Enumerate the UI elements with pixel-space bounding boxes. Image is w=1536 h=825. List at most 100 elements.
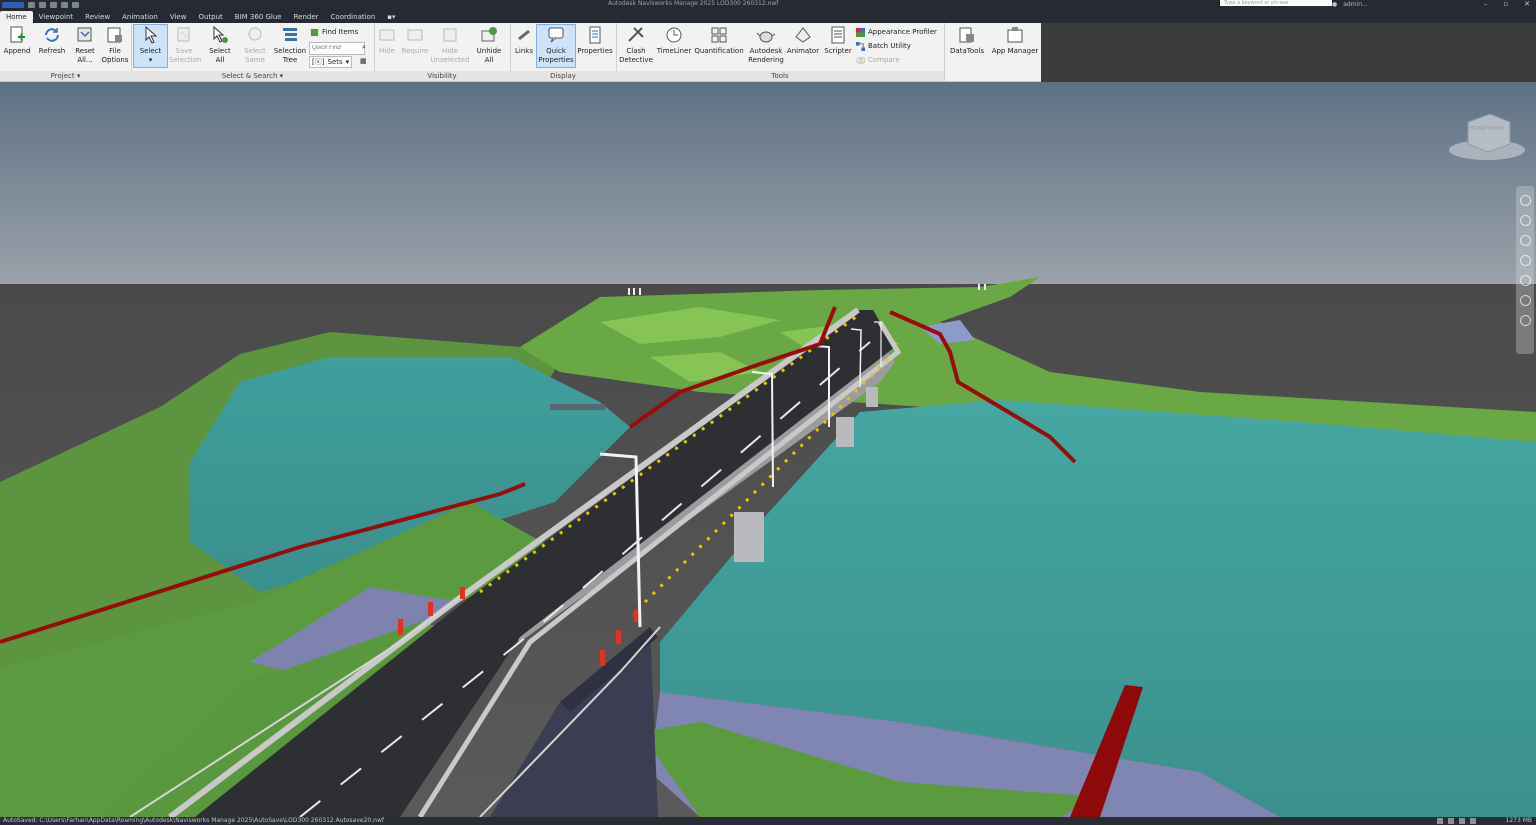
print-icon[interactable] (50, 2, 57, 8)
pencil-icon[interactable] (1459, 818, 1465, 824)
clash-detective-icon (628, 27, 644, 42)
quick-properties-button[interactable]: Quick Properties (536, 24, 576, 68)
manage-sets-icon[interactable]: ▦ (360, 56, 367, 66)
tab-animation[interactable]: Animation (116, 11, 164, 23)
close-icon[interactable]: ✕ (1524, 0, 1530, 8)
pan-icon[interactable] (1519, 215, 1531, 226)
redo-icon[interactable] (72, 2, 79, 8)
compare-button[interactable]: Compare (856, 55, 900, 65)
tab-review[interactable]: Review (79, 11, 116, 23)
rendering-teapot-icon (756, 31, 776, 43)
app-manager-icon (1007, 27, 1023, 43)
help-search-input[interactable]: Type a keyword or phrase (1220, 0, 1332, 6)
quantification-button[interactable]: Quantification (694, 25, 744, 56)
selection-tree-button[interactable]: Selection Tree (273, 25, 307, 65)
look-icon[interactable] (1519, 275, 1531, 286)
walk-icon[interactable] (1519, 295, 1531, 306)
autosave-path: AutoSaved: C:\Users\Farhan\AppData\Roami… (3, 817, 384, 824)
find-items-button[interactable]: Find Items (310, 27, 358, 37)
sky (0, 82, 1536, 284)
sets-dropdown[interactable]: [ⓢ] Sets ▾ (309, 56, 353, 68)
save-selection-button[interactable]: Save Selection (169, 25, 201, 65)
progress-icon[interactable] (1470, 818, 1476, 824)
tab-viewpoint[interactable]: Viewpoint (33, 11, 79, 23)
tab-output[interactable]: Output (192, 11, 228, 23)
scripter-button[interactable]: Scripter (821, 25, 855, 56)
barge (550, 404, 605, 410)
panel-display-label: Display (510, 71, 616, 81)
3d-viewport[interactable]: FRONT RIGHT (0, 82, 1536, 817)
require-button[interactable]: Require (400, 25, 430, 56)
user-area[interactable]: ● admin... (1332, 0, 1368, 8)
appearance-profiler-icon (856, 27, 865, 37)
tab-render[interactable]: Render (288, 11, 325, 23)
user-icon[interactable]: ● (1332, 1, 1337, 8)
pier-2 (836, 417, 854, 447)
select-all-button[interactable]: Select All (205, 25, 235, 65)
orbit-icon[interactable] (1519, 255, 1531, 266)
properties-button[interactable]: Properties (576, 25, 614, 56)
save-icon[interactable] (39, 2, 46, 8)
batch-utility-button[interactable]: Batch Utility (856, 41, 911, 51)
reset-all-button[interactable]: Reset All... (72, 25, 98, 65)
select-button[interactable]: Select ▾ (133, 24, 168, 68)
unhide-all-button[interactable]: Unhide All (474, 25, 504, 65)
hide-icon (379, 29, 395, 41)
open-icon[interactable] (28, 2, 35, 8)
ribbon-empty-area (1041, 23, 1536, 81)
tab-extra-icon[interactable]: ▪▾ (381, 11, 401, 23)
quick-properties-icon (548, 27, 564, 43)
sheet-browser-icon[interactable] (1437, 818, 1443, 824)
quantification-icon (711, 27, 727, 43)
view-cube-label[interactable]: FRONT RIGHT (1470, 126, 1504, 132)
links-button[interactable]: Links (513, 25, 535, 56)
quick-find-input[interactable] (309, 42, 365, 55)
file-options-button[interactable]: File Options (101, 25, 129, 65)
restore-icon[interactable]: ▫ (1503, 0, 1508, 8)
ribbon-tabs: Home Viewpoint Review Animation View Out… (0, 10, 1536, 23)
save-selection-icon (177, 27, 190, 42)
tab-home[interactable]: Home (0, 11, 33, 23)
animator-icon (795, 27, 811, 43)
cursor-arrow-icon (145, 25, 157, 44)
panel-display: Links Quick Properties Properties Displa… (510, 23, 617, 81)
quick-find-search-icon[interactable]: ⌕ (362, 42, 366, 52)
hide-button[interactable]: Hide (376, 25, 398, 56)
tab-bim360-glue[interactable]: BIM 360 Glue (229, 11, 288, 23)
panel-select-search-label[interactable]: Select & Search ▾ (131, 71, 374, 81)
minimize-icon[interactable]: – (1484, 0, 1488, 8)
panel-visibility-label: Visibility (374, 71, 510, 81)
select-all-icon (213, 25, 228, 43)
append-button[interactable]: Append (3, 25, 31, 56)
select-tool-icon[interactable] (1519, 315, 1531, 326)
panel-addins: DataTools App Manager (944, 23, 1041, 81)
selection-tree-icon (283, 28, 297, 41)
append-icon (10, 26, 25, 43)
grid-icon[interactable] (1448, 818, 1454, 824)
select-dropdown-icon[interactable]: ▾ (149, 56, 153, 64)
appearance-profiler-button[interactable]: Appearance Profiler (856, 27, 937, 37)
animator-button[interactable]: Animator (786, 25, 820, 56)
undo-icon[interactable] (61, 2, 68, 8)
tab-coordination[interactable]: Coordination (325, 11, 382, 23)
refresh-icon (45, 28, 59, 42)
clash-detective-button[interactable]: Clash Detective (618, 25, 654, 65)
tab-view[interactable]: View (164, 11, 193, 23)
hide-unselected-button[interactable]: Hide Unselected (430, 25, 470, 65)
status-bar: AutoSaved: C:\Users\Farhan\AppData\Roami… (0, 817, 1536, 825)
app-logo-icon[interactable] (2, 2, 24, 8)
refresh-button[interactable]: Refresh (36, 25, 68, 56)
autodesk-rendering-button[interactable]: Autodesk Rendering (746, 25, 786, 65)
datatools-button[interactable]: DataTools (947, 25, 987, 56)
panel-tools: Clash Detective TimeLiner Quantification… (616, 23, 945, 81)
app-manager-button[interactable]: App Manager (991, 25, 1039, 56)
steering-wheel-icon[interactable] (1519, 195, 1531, 206)
user-name[interactable]: admin... (1343, 1, 1368, 8)
ribbon: Append Refresh Reset All... File Options… (0, 23, 1041, 82)
select-same-button[interactable]: Select Same (240, 25, 270, 65)
zoom-icon[interactable] (1519, 235, 1531, 246)
timeliner-button[interactable]: TimeLiner (656, 25, 692, 56)
panel-project-label[interactable]: Project ▾ (0, 71, 131, 81)
memory-usage: 1273 MB (1505, 817, 1532, 824)
select-same-icon (248, 27, 262, 41)
